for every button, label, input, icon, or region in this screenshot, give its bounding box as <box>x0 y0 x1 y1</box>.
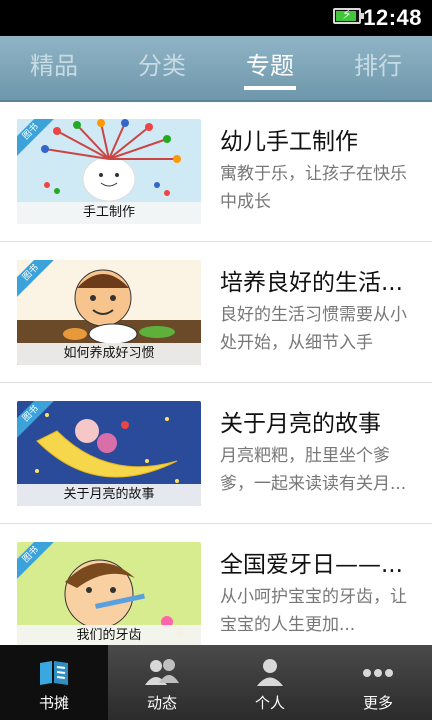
top-tab-bar: 精品 分类 专题 排行 <box>0 36 432 102</box>
thumbnail-image: 图书 如何养成好习惯 <box>17 260 201 365</box>
more-icon <box>360 657 396 691</box>
item-description: 月亮粑粑，肚里坐个爹爹，一起来读读有关月... <box>220 446 407 494</box>
item-description: 从小呵护宝宝的牙齿，让宝宝的人生更加... <box>220 587 407 635</box>
topic-list: 图书 手工制作 幼儿手工制作 寓教于乐，让孩子在快乐中成长 图书 如何养成好习惯… <box>0 102 432 645</box>
bottom-nav-bar: 书摊 动态 个人 更多 <box>0 645 432 720</box>
item-title: 全国爱牙日——... <box>220 552 403 578</box>
list-item[interactable]: 图书 我们的牙齿 全国爱牙日——... 从小呵护宝宝的牙齿，让宝宝的人生更加..… <box>0 525 432 645</box>
nav-activity[interactable]: 动态 <box>108 645 216 720</box>
thumbnail-caption: 如何养成好习惯 <box>17 343 201 365</box>
thumbnail-image: 图书 关于月亮的故事 <box>17 401 201 506</box>
list-item[interactable]: 图书 关于月亮的故事 关于月亮的故事 月亮粑粑，肚里坐个爹爹，一起来读读有关月.… <box>0 384 432 524</box>
item-title: 培养良好的生活... <box>220 270 403 296</box>
tab-featured[interactable]: 精品 <box>0 36 108 100</box>
thumbnail-caption: 关于月亮的故事 <box>17 484 201 506</box>
clock: 12:48 <box>363 5 422 30</box>
item-description: 寓教于乐，让孩子在快乐中成长 <box>220 164 407 212</box>
list-item[interactable]: 图书 如何养成好习惯 培养良好的生活... 良好的生活习惯需要从小处开始，从细节… <box>0 243 432 383</box>
status-bar: ⚡ 12:48 <box>0 0 432 36</box>
nav-label: 动态 <box>146 694 177 712</box>
tab-categories[interactable]: 分类 <box>108 36 216 100</box>
battery-icon: ⚡ <box>333 7 364 24</box>
list-item[interactable]: 图书 手工制作 幼儿手工制作 寓教于乐，让孩子在快乐中成长 <box>0 102 432 242</box>
thumbnail-image: 图书 我们的牙齿 <box>17 542 201 645</box>
nav-bookstall[interactable]: 书摊 <box>0 645 108 720</box>
thumbnail-caption: 手工制作 <box>17 202 201 224</box>
nav-label: 个人 <box>254 694 285 712</box>
thumbnail-caption: 我们的牙齿 <box>17 625 201 645</box>
tab-topics[interactable]: 专题 <box>216 36 324 100</box>
person-icon <box>255 657 285 691</box>
nav-more[interactable]: 更多 <box>324 645 432 720</box>
nav-personal[interactable]: 个人 <box>216 645 324 720</box>
item-title: 幼儿手工制作 <box>220 129 358 155</box>
bookstall-icon <box>36 657 72 691</box>
people-icon <box>143 657 181 691</box>
nav-label: 更多 <box>362 694 393 712</box>
item-description: 良好的生活习惯需要从小处开始，从细节入手 <box>220 305 407 353</box>
item-title: 关于月亮的故事 <box>220 411 381 437</box>
nav-label: 书摊 <box>38 694 69 712</box>
tab-rankings[interactable]: 排行 <box>324 36 432 100</box>
thumbnail-image: 图书 手工制作 <box>17 119 201 224</box>
